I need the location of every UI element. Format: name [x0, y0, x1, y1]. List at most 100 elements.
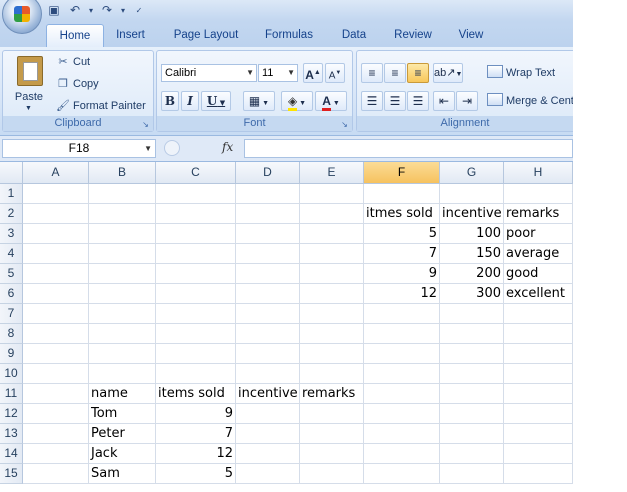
cell-a8[interactable] — [23, 324, 89, 344]
cell-f8[interactable] — [364, 324, 440, 344]
orientation-button[interactable]: ab↗▼ — [433, 63, 463, 83]
cell-g5[interactable]: 200 — [440, 264, 504, 284]
cell-h14[interactable] — [504, 444, 573, 464]
tab-view[interactable]: View — [450, 24, 492, 47]
row-header-1[interactable]: 1 — [0, 184, 23, 204]
cell-h5[interactable]: good — [504, 264, 573, 284]
redo-dropdown-icon[interactable]: ▾ — [120, 3, 126, 18]
spelling-icon[interactable]: ✓ — [131, 3, 147, 18]
redo-icon[interactable]: ↷ — [99, 3, 115, 18]
cell-c4[interactable] — [156, 244, 236, 264]
cell-a7[interactable] — [23, 304, 89, 324]
cell-e7[interactable] — [300, 304, 364, 324]
cell-b13[interactable]: Peter — [89, 424, 156, 444]
cell-b12[interactable]: Tom — [89, 404, 156, 424]
cell-h6[interactable]: excellent — [504, 284, 573, 304]
italic-button[interactable]: I — [181, 91, 199, 111]
cell-d4[interactable] — [236, 244, 300, 264]
align-center-button[interactable]: ☰ — [384, 91, 406, 111]
tab-formulas[interactable]: Formulas — [256, 24, 322, 47]
underline-dropdown-icon[interactable]: ▼ — [217, 98, 225, 107]
middle-align-button[interactable]: ≡ — [384, 63, 406, 83]
cell-g14[interactable] — [440, 444, 504, 464]
cell-g6[interactable]: 300 — [440, 284, 504, 304]
cell-b14[interactable]: Jack — [89, 444, 156, 464]
paste-dropdown-icon[interactable]: ▼ — [25, 105, 32, 112]
font-size-box[interactable]: 11 ▼ — [258, 64, 298, 82]
cell-h1[interactable] — [504, 184, 573, 204]
cell-g8[interactable] — [440, 324, 504, 344]
cell-c12[interactable]: 9 — [156, 404, 236, 424]
increase-indent-button[interactable]: ⇥ — [456, 91, 478, 111]
cell-f15[interactable] — [364, 464, 440, 484]
column-header-d[interactable]: D — [236, 162, 300, 184]
cell-a12[interactable] — [23, 404, 89, 424]
cell-b5[interactable] — [89, 264, 156, 284]
cell-f2[interactable]: itmes sold — [364, 204, 440, 224]
cell-g3[interactable]: 100 — [440, 224, 504, 244]
cell-e8[interactable] — [300, 324, 364, 344]
row-header-7[interactable]: 7 — [0, 304, 23, 324]
format-painter-button[interactable]: 🖌 Format Painter — [55, 98, 146, 115]
save-icon[interactable]: ▣ — [46, 3, 62, 18]
cell-a2[interactable] — [23, 204, 89, 224]
row-header-14[interactable]: 14 — [0, 444, 23, 464]
cell-c9[interactable] — [156, 344, 236, 364]
formula-input[interactable] — [244, 139, 573, 158]
bottom-align-button[interactable]: ≡ — [407, 63, 429, 83]
cell-b11[interactable]: name — [89, 384, 156, 404]
cell-d13[interactable] — [236, 424, 300, 444]
cell-h11[interactable] — [504, 384, 573, 404]
cell-a11[interactable] — [23, 384, 89, 404]
row-header-13[interactable]: 13 — [0, 424, 23, 444]
cell-d12[interactable] — [236, 404, 300, 424]
cell-e5[interactable] — [300, 264, 364, 284]
cell-a3[interactable] — [23, 224, 89, 244]
cell-e2[interactable] — [300, 204, 364, 224]
cell-a14[interactable] — [23, 444, 89, 464]
tab-page-layout[interactable]: Page Layout — [166, 24, 246, 47]
cell-f11[interactable] — [364, 384, 440, 404]
borders-button[interactable]: ▦ ▼ — [243, 91, 275, 111]
cell-d3[interactable] — [236, 224, 300, 244]
cell-c11[interactable]: items sold — [156, 384, 236, 404]
cell-a6[interactable] — [23, 284, 89, 304]
wrap-text-button[interactable]: Wrap Text — [487, 64, 555, 82]
align-left-button[interactable]: ☰ — [361, 91, 383, 111]
align-right-button[interactable]: ☰ — [407, 91, 429, 111]
cell-c10[interactable] — [156, 364, 236, 384]
cell-e9[interactable] — [300, 344, 364, 364]
row-header-8[interactable]: 8 — [0, 324, 23, 344]
grow-font-button[interactable]: A▲ — [303, 63, 323, 83]
cell-c6[interactable] — [156, 284, 236, 304]
cell-d2[interactable] — [236, 204, 300, 224]
undo-dropdown-icon[interactable]: ▾ — [88, 3, 94, 18]
font-size-dropdown-icon[interactable]: ▼ — [287, 65, 295, 81]
cell-f12[interactable] — [364, 404, 440, 424]
cell-h15[interactable] — [504, 464, 573, 484]
cell-h12[interactable] — [504, 404, 573, 424]
row-header-12[interactable]: 12 — [0, 404, 23, 424]
cell-h4[interactable]: average — [504, 244, 573, 264]
cell-b8[interactable] — [89, 324, 156, 344]
cell-d9[interactable] — [236, 344, 300, 364]
cell-g4[interactable]: 150 — [440, 244, 504, 264]
cell-d6[interactable] — [236, 284, 300, 304]
cell-f3[interactable]: 5 — [364, 224, 440, 244]
column-header-c[interactable]: C — [156, 162, 236, 184]
cell-c7[interactable] — [156, 304, 236, 324]
cell-b9[interactable] — [89, 344, 156, 364]
cell-h10[interactable] — [504, 364, 573, 384]
cell-f9[interactable] — [364, 344, 440, 364]
row-header-10[interactable]: 10 — [0, 364, 23, 384]
tab-data[interactable]: Data — [334, 24, 374, 47]
orientation-dropdown-icon[interactable]: ▼ — [455, 71, 462, 78]
cell-d5[interactable] — [236, 264, 300, 284]
cell-b1[interactable] — [89, 184, 156, 204]
cell-c1[interactable] — [156, 184, 236, 204]
cell-f10[interactable] — [364, 364, 440, 384]
cell-d11[interactable]: incentive — [236, 384, 300, 404]
cell-e3[interactable] — [300, 224, 364, 244]
row-header-15[interactable]: 15 — [0, 464, 23, 484]
cell-b15[interactable]: Sam — [89, 464, 156, 484]
